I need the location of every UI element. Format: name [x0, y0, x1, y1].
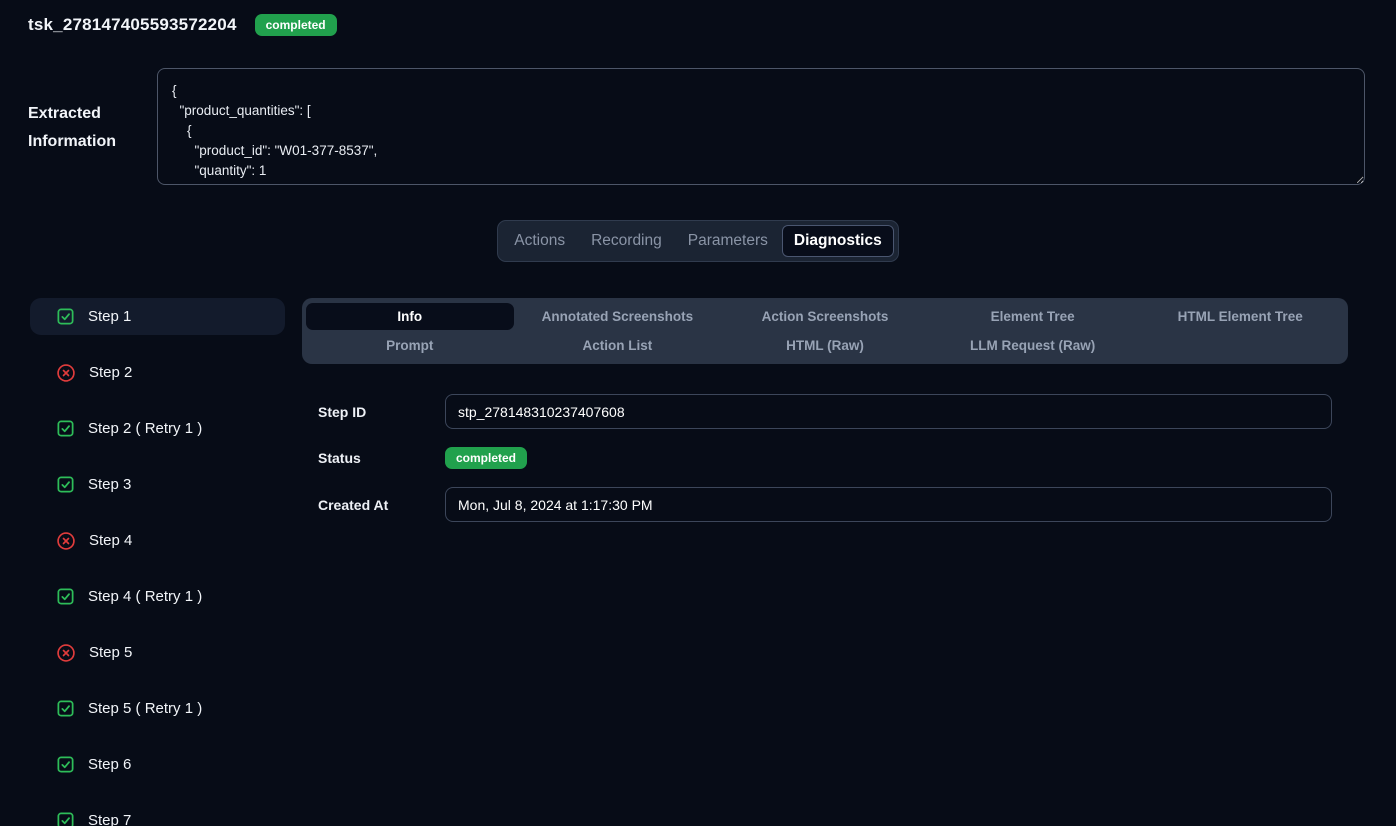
extracted-information-label: Extracted Information: [28, 68, 157, 156]
task-id-title: tsk_278147405593572204: [28, 15, 237, 35]
extracted-information-textarea[interactable]: { "product_quantities": [ { "product_id"…: [157, 68, 1365, 185]
step-label: Step 2: [89, 364, 132, 381]
step-item-6[interactable]: Step 4 ( Retry 1 ): [30, 578, 285, 615]
step-label: Step 1: [88, 308, 131, 325]
step-label: Step 6: [88, 756, 131, 773]
created-at-row: Created At: [318, 487, 1332, 522]
step-error-icon: [56, 643, 76, 663]
step-success-icon: [56, 755, 75, 774]
step-label: Step 3: [88, 476, 131, 493]
created-at-label: Created At: [318, 497, 445, 513]
main-tabs-row: Actions Recording Parameters Diagnostics: [0, 220, 1396, 262]
diagnostics-panel: Info Annotated Screenshots Action Screen…: [302, 298, 1348, 826]
step-item-8[interactable]: Step 5 ( Retry 1 ): [30, 690, 285, 727]
tab-recording[interactable]: Recording: [579, 225, 674, 257]
step-id-row: Step ID: [318, 394, 1332, 429]
task-status-badge: completed: [255, 14, 337, 36]
subtab-prompt[interactable]: Prompt: [306, 332, 514, 359]
step-error-icon: [56, 363, 76, 383]
step-id-label: Step ID: [318, 404, 445, 420]
step-error-icon: [56, 531, 76, 551]
info-fields: Step ID Status completed Created At: [302, 394, 1348, 522]
subtab-llm-request-raw[interactable]: LLM Request (Raw): [929, 332, 1137, 359]
step-success-icon: [56, 587, 75, 606]
step-success-icon: [56, 811, 75, 826]
step-success-icon: [56, 419, 75, 438]
tab-diagnostics[interactable]: Diagnostics: [782, 225, 894, 257]
step-item-4[interactable]: Step 3: [30, 466, 285, 503]
step-id-input[interactable]: [445, 394, 1332, 429]
status-row: Status completed: [318, 447, 1332, 469]
step-label: Step 5: [89, 644, 132, 661]
step-item-2[interactable]: Step 2: [30, 354, 285, 391]
step-label: Step 2 ( Retry 1 ): [88, 420, 202, 437]
step-label: Step 7: [88, 812, 131, 826]
step-label: Step 4: [89, 532, 132, 549]
step-label: Step 4 ( Retry 1 ): [88, 588, 202, 605]
step-list: Step 1 Step 2 Step 2 ( Retry 1 ) Step 3 …: [30, 298, 285, 826]
tab-parameters[interactable]: Parameters: [676, 225, 780, 257]
step-item-7[interactable]: Step 5: [30, 634, 285, 671]
tab-actions[interactable]: Actions: [502, 225, 577, 257]
subtab-html-raw[interactable]: HTML (Raw): [721, 332, 929, 359]
step-item-3[interactable]: Step 2 ( Retry 1 ): [30, 410, 285, 447]
status-label: Status: [318, 450, 445, 466]
step-status-badge: completed: [445, 447, 527, 469]
main-tab-bar: Actions Recording Parameters Diagnostics: [497, 220, 898, 262]
step-item-9[interactable]: Step 6: [30, 746, 285, 783]
step-success-icon: [56, 307, 75, 326]
subtab-element-tree[interactable]: Element Tree: [929, 303, 1137, 330]
step-label: Step 5 ( Retry 1 ): [88, 700, 202, 717]
subtab-annotated-screenshots[interactable]: Annotated Screenshots: [514, 303, 722, 330]
content: Step 1 Step 2 Step 2 ( Retry 1 ) Step 3 …: [0, 298, 1396, 826]
created-at-input[interactable]: [445, 487, 1332, 522]
subtab-action-screenshots[interactable]: Action Screenshots: [721, 303, 929, 330]
subtab-info[interactable]: Info: [306, 303, 514, 330]
step-item-5[interactable]: Step 4: [30, 522, 285, 559]
step-success-icon: [56, 475, 75, 494]
extracted-information-section: Extracted Information { "product_quantit…: [28, 68, 1365, 185]
step-success-icon: [56, 699, 75, 718]
step-item-1[interactable]: Step 1: [30, 298, 285, 335]
diagnostics-subtab-bar: Info Annotated Screenshots Action Screen…: [302, 298, 1348, 364]
header: tsk_278147405593572204 completed: [0, 0, 1396, 36]
subtab-html-element-tree[interactable]: HTML Element Tree: [1136, 303, 1344, 330]
step-item-10[interactable]: Step 7: [30, 802, 285, 826]
subtab-action-list[interactable]: Action List: [514, 332, 722, 359]
